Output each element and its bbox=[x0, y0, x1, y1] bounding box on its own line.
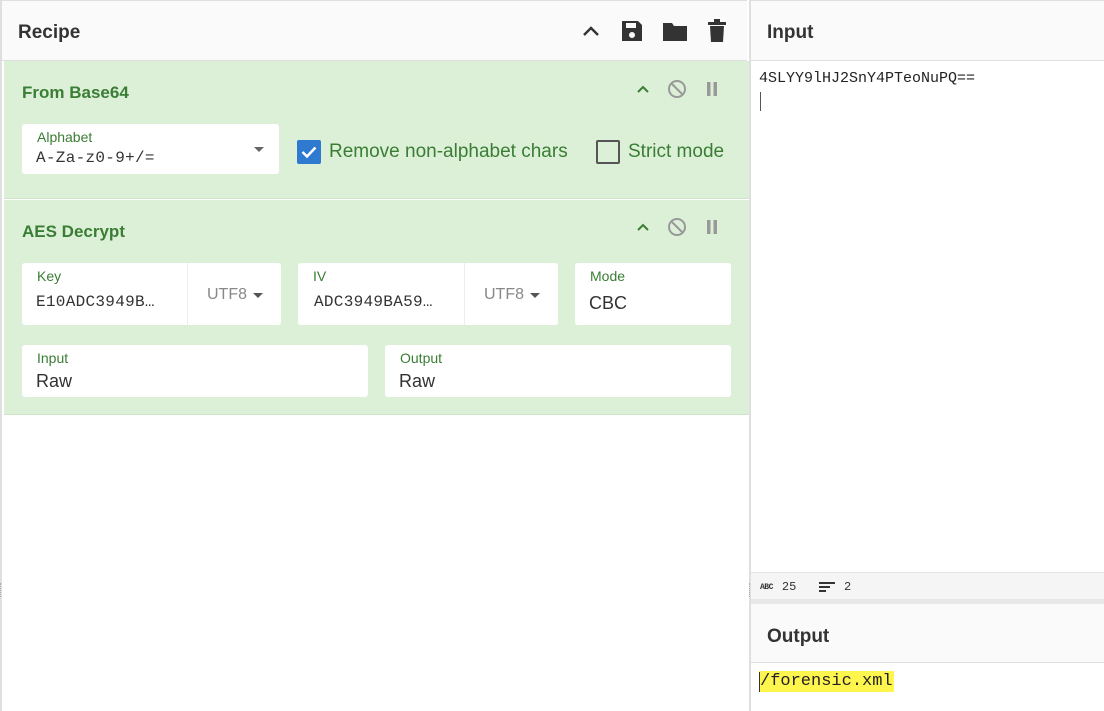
char-count-value: 25 bbox=[781, 580, 797, 594]
caret-down-icon bbox=[530, 292, 540, 298]
recipe-header: Recipe bbox=[2, 1, 747, 61]
operation-aes-decrypt: AES Decrypt Key E10ADC3949B… UTF8 IV ADC… bbox=[4, 200, 749, 415]
operation-collapse-button[interactable] bbox=[631, 215, 655, 239]
save-recipe-button[interactable] bbox=[618, 17, 646, 45]
collapse-all-button[interactable] bbox=[577, 17, 605, 45]
operation-from-base64: From Base64 Alphabet A-Za-z0-9+/= Remove… bbox=[4, 61, 749, 199]
disable-icon bbox=[668, 80, 686, 98]
save-icon bbox=[622, 21, 642, 41]
strict-mode-checkbox[interactable]: Strict mode bbox=[596, 140, 724, 164]
char-count: ABC 25 bbox=[760, 580, 796, 594]
pane-resize-grip[interactable] bbox=[749, 583, 751, 597]
caret-down-icon bbox=[253, 292, 263, 298]
mode-value: CBC bbox=[589, 293, 628, 313]
key-value[interactable]: E10ADC3949B… bbox=[36, 293, 155, 311]
strict-mode-label: Strict mode bbox=[628, 141, 725, 162]
line-count-value: 2 bbox=[844, 580, 852, 594]
output-format-select[interactable]: Output Raw bbox=[385, 345, 731, 397]
line-count: 2 bbox=[819, 580, 851, 594]
mode-label: Mode bbox=[590, 268, 626, 284]
checkbox-checked-icon bbox=[297, 140, 321, 164]
iv-value[interactable]: ADC3949BA59… bbox=[314, 293, 433, 311]
recipe-pane: Recipe From Base64 Alphabet A-Za-z0-9+/=… bbox=[0, 0, 749, 711]
input-format-value: Raw bbox=[36, 371, 73, 391]
remove-non-alphabet-checkbox[interactable]: Remove non-alphabet chars bbox=[297, 140, 568, 164]
abc-icon: ABC bbox=[760, 582, 773, 592]
operation-title: From Base64 bbox=[22, 83, 129, 102]
field-divider bbox=[187, 263, 188, 325]
key-field[interactable]: Key E10ADC3949B… UTF8 bbox=[22, 263, 281, 325]
output-format-label: Output bbox=[400, 350, 443, 366]
cyberchef-window: Recipe From Base64 Alphabet A-Za-z0-9+/=… bbox=[0, 0, 1104, 711]
text-cursor bbox=[760, 92, 761, 111]
lines-icon bbox=[819, 582, 835, 592]
alphabet-value: A-Za-z0-9+/= bbox=[36, 149, 155, 167]
input-text: 4SLYY9lHJ2SnY4PTeoNuPQ== bbox=[759, 70, 976, 87]
io-pane: Input 4SLYY9lHJ2SnY4PTeoNuPQ== ABC 25 2 … bbox=[749, 0, 1104, 711]
output-title: Output bbox=[767, 626, 830, 647]
input-format-select[interactable]: Input Raw bbox=[22, 345, 368, 397]
iv-encoding-dropdown[interactable]: UTF8 bbox=[484, 286, 540, 304]
text-cursor bbox=[759, 672, 760, 692]
chevron-up-icon bbox=[583, 26, 599, 36]
pane-resize-grip[interactable] bbox=[0, 583, 2, 597]
chevron-up-icon bbox=[637, 85, 649, 93]
chevron-up-icon bbox=[637, 223, 649, 231]
operation-breakpoint-button[interactable] bbox=[700, 215, 724, 239]
pause-icon bbox=[707, 82, 717, 96]
key-label: Key bbox=[37, 268, 62, 284]
chevron-down-icon bbox=[254, 147, 264, 152]
folder-icon bbox=[663, 23, 687, 41]
output-text[interactable]: /forensic.xml bbox=[759, 671, 894, 692]
clear-recipe-button[interactable] bbox=[703, 17, 731, 45]
input-textarea[interactable]: 4SLYY9lHJ2SnY4PTeoNuPQ== bbox=[751, 62, 1104, 572]
operation-collapse-button[interactable] bbox=[631, 77, 655, 101]
key-encoding-label: UTF8 bbox=[207, 286, 247, 303]
field-divider bbox=[464, 263, 465, 325]
output-header: Output bbox=[751, 604, 1104, 663]
remove-non-alphabet-label: Remove non-alphabet chars bbox=[329, 141, 568, 162]
input-status-bar: ABC 25 2 bbox=[751, 572, 1104, 599]
input-title: Input bbox=[767, 22, 814, 43]
pause-icon bbox=[707, 220, 717, 234]
mode-select[interactable]: Mode CBC bbox=[575, 263, 731, 325]
input-format-label: Input bbox=[37, 350, 69, 366]
key-encoding-dropdown[interactable]: UTF8 bbox=[207, 286, 263, 304]
operation-disable-button[interactable] bbox=[665, 215, 689, 239]
iv-encoding-label: UTF8 bbox=[484, 286, 524, 303]
recipe-title: Recipe bbox=[18, 22, 81, 43]
trash-icon bbox=[708, 19, 726, 42]
iv-field[interactable]: IV ADC3949BA59… UTF8 bbox=[298, 263, 558, 325]
output-format-value: Raw bbox=[399, 371, 436, 391]
checkbox-unchecked-icon bbox=[596, 140, 620, 164]
load-recipe-button[interactable] bbox=[661, 17, 689, 45]
disable-icon bbox=[668, 218, 686, 236]
alphabet-label: Alphabet bbox=[37, 129, 93, 145]
operation-title: AES Decrypt bbox=[22, 222, 125, 241]
alphabet-select[interactable]: Alphabet A-Za-z0-9+/= bbox=[22, 124, 279, 174]
operation-breakpoint-button[interactable] bbox=[700, 77, 724, 101]
iv-label: IV bbox=[313, 268, 327, 284]
operation-disable-button[interactable] bbox=[665, 77, 689, 101]
input-header: Input bbox=[751, 1, 1104, 61]
